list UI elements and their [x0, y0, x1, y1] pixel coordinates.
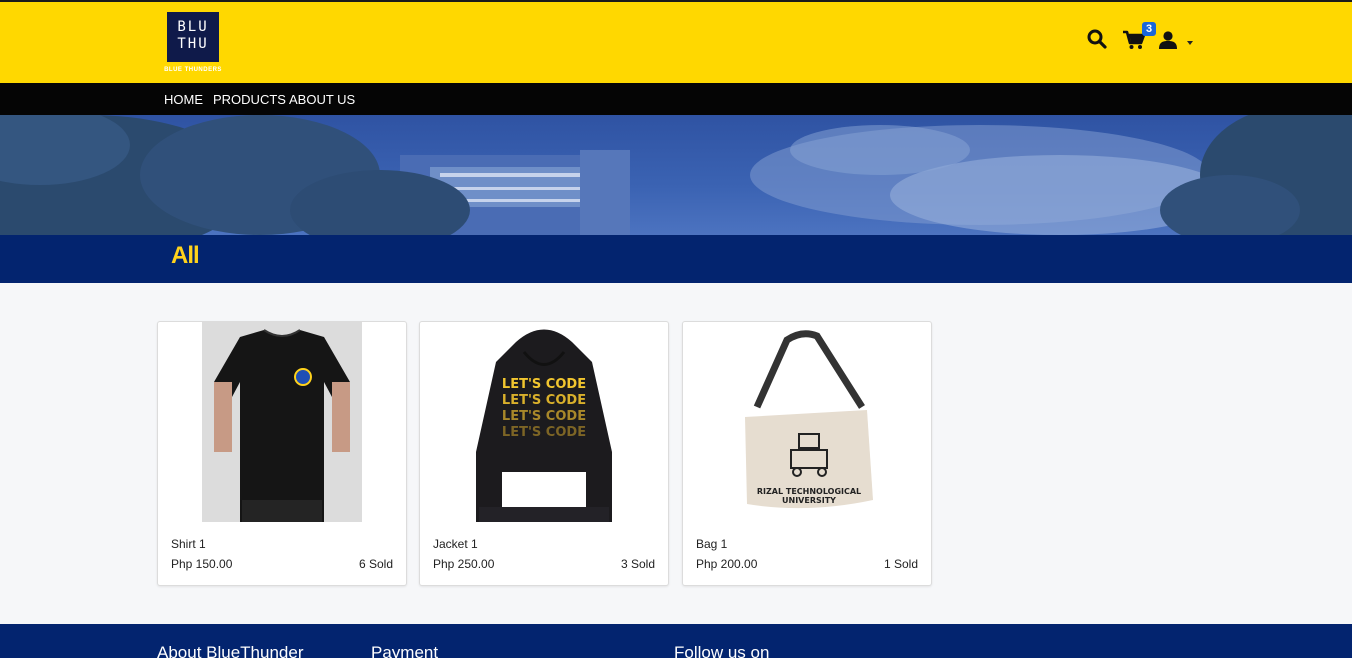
site-footer: About BlueThunder Payment Follow us on: [0, 624, 1352, 658]
svg-text:UNIVERSITY: UNIVERSITY: [782, 496, 836, 505]
user-icon[interactable]: [1159, 31, 1177, 54]
product-image: [202, 322, 362, 522]
svg-text:RIZAL TECHNOLOGICAL: RIZAL TECHNOLOGICAL: [757, 487, 861, 496]
search-icon[interactable]: [1087, 29, 1107, 54]
category-band: All: [0, 235, 1352, 283]
logo-mark: BLU THU: [167, 12, 219, 62]
product-name: Bag 1: [696, 537, 728, 551]
product-card[interactable]: LET'S CODE LET'S CODE LET'S CODE LET'S C…: [419, 321, 669, 586]
product-sold-count: 1 Sold: [883, 557, 918, 571]
footer-heading-payment: Payment: [371, 643, 439, 658]
chevron-down-icon[interactable]: [1187, 41, 1193, 45]
brand-logo[interactable]: BLU THU BLUE THUNDERS: [157, 12, 229, 76]
product-sold-count: 3 Sold: [620, 557, 655, 571]
product-card[interactable]: Shirt 1 Php 150.00 6 Sold: [157, 321, 407, 586]
footer-heading-about: About BlueThunder: [157, 643, 304, 658]
svg-text:LET'S CODE: LET'S CODE: [502, 377, 586, 392]
site-header: BLU THU BLUE THUNDERS 3: [0, 0, 1352, 83]
logo-subtitle: BLUE THUNDERS: [164, 67, 222, 73]
svg-text:LET'S CODE: LET'S CODE: [502, 409, 586, 424]
nav-products[interactable]: PRODUCTS: [213, 92, 286, 107]
footer-heading-follow: Follow us on: [674, 643, 770, 658]
product-price: Php 150.00: [171, 557, 233, 571]
product-price: Php 200.00: [696, 557, 758, 571]
product-image: LET'S CODE LET'S CODE LET'S CODE LET'S C…: [464, 322, 624, 522]
svg-text:LET'S CODE: LET'S CODE: [502, 425, 586, 440]
svg-text:LET'S CODE: LET'S CODE: [502, 393, 586, 408]
cart-count-badge: 3: [1142, 22, 1156, 36]
nav-about-us[interactable]: ABOUT US: [289, 92, 355, 107]
hero-banner: [0, 115, 1352, 235]
product-name: Jacket 1: [433, 537, 478, 551]
category-title: All: [171, 242, 200, 269]
product-price: Php 250.00: [433, 557, 495, 571]
main-nav: HOME PRODUCTS ABOUT US: [0, 83, 1352, 115]
product-name: Shirt 1: [171, 537, 206, 551]
nav-home[interactable]: HOME: [164, 92, 203, 107]
product-sold-count: 6 Sold: [358, 557, 393, 571]
product-image: RIZAL TECHNOLOGICAL UNIVERSITY: [727, 322, 887, 522]
hero-image: [0, 115, 1352, 235]
product-card[interactable]: RIZAL TECHNOLOGICAL UNIVERSITY Bag 1 Php…: [682, 321, 932, 586]
